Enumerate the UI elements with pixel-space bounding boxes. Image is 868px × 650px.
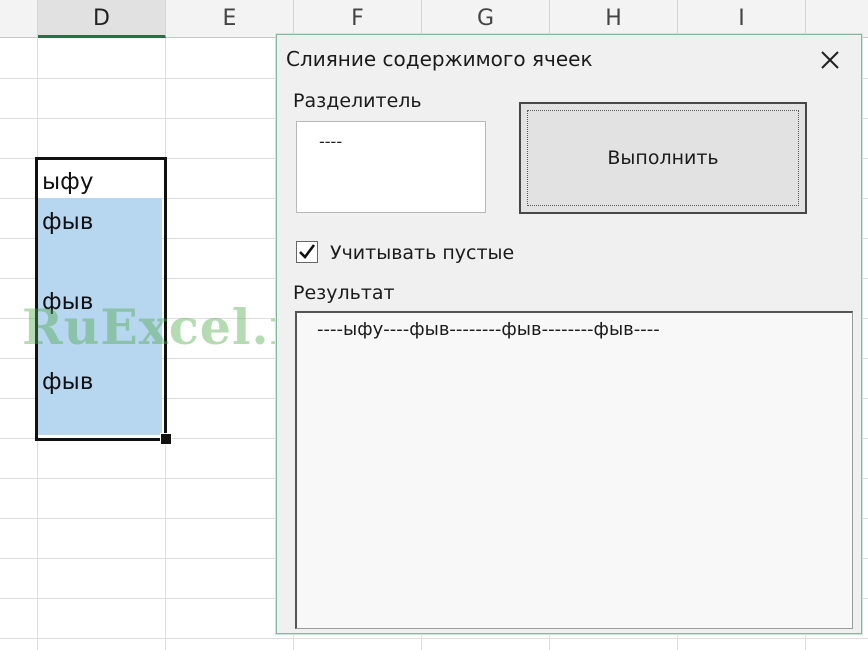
checkmark-icon <box>299 244 316 259</box>
merge-cells-dialog: Слияние содержимого ячеек Разделитель --… <box>276 34 862 634</box>
close-button[interactable] <box>813 43 847 77</box>
execute-button[interactable]: Выполнить <box>519 102 807 214</box>
column-header-h[interactable]: H <box>550 0 678 38</box>
result-label: Результат <box>293 282 395 304</box>
column-header-e[interactable]: E <box>166 0 294 38</box>
grid-line-horizontal <box>0 638 868 639</box>
close-icon <box>821 51 839 69</box>
column-header-row: D E F G H I <box>0 0 868 38</box>
corner-header <box>0 0 38 38</box>
result-output[interactable]: ----ыфу----фыв--------фыв--------фыв---- <box>295 311 853 629</box>
column-header-d[interactable]: D <box>38 0 166 38</box>
separator-input[interactable]: ---- <box>296 121 486 213</box>
column-header-f[interactable]: F <box>294 0 422 38</box>
fill-handle[interactable] <box>160 433 172 445</box>
column-header-g[interactable]: G <box>422 0 550 38</box>
ignore-empty-label: Учитывать пустые <box>330 242 515 264</box>
ignore-empty-checkbox[interactable] <box>296 241 318 263</box>
dialog-title: Слияние содержимого ячеек <box>286 47 593 71</box>
column-header-i[interactable]: I <box>678 0 806 38</box>
execute-button-label: Выполнить <box>607 147 719 169</box>
separator-label: Разделитель <box>293 90 422 112</box>
